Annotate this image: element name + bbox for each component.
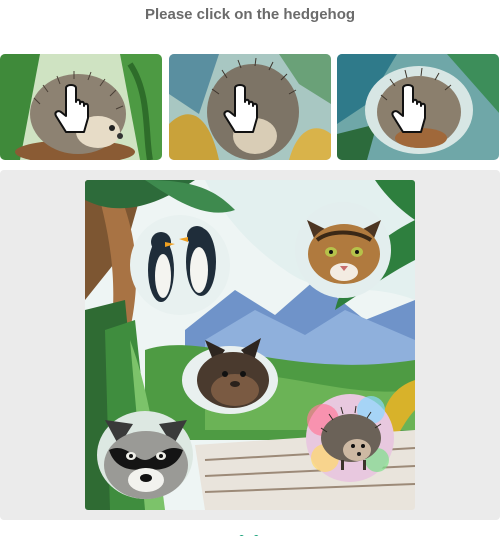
challenge-scene-image[interactable] (85, 180, 415, 510)
example-images-row (0, 54, 500, 160)
hedgehog-animal[interactable] (306, 394, 394, 482)
cat-animal[interactable] (295, 202, 391, 298)
penguins-animal[interactable] (130, 215, 230, 315)
captcha-prompt: Please click on the hedgehog (144, 6, 356, 23)
progress-dots-icon: ● ● (238, 530, 262, 536)
example-image-2 (169, 54, 331, 160)
example-image-1 (0, 54, 162, 160)
raccoon-animal[interactable] (97, 411, 193, 499)
example-image-3 (337, 54, 499, 160)
footer-bar: ● ● (0, 526, 500, 536)
challenge-panel (0, 170, 500, 520)
